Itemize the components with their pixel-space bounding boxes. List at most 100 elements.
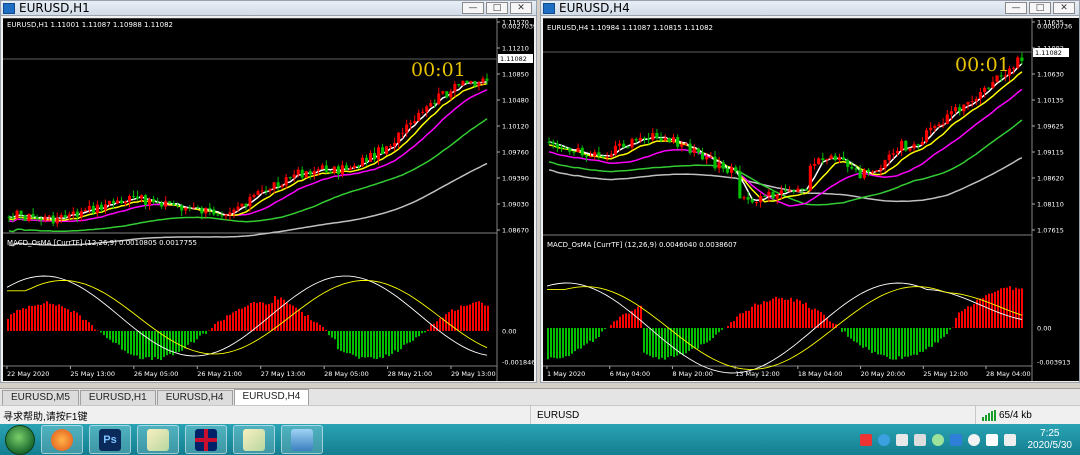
time-axis: 1 May 2020 6 May 04:00 8 May 20:00 13 May 1… [546, 366, 1031, 378]
window-titlebar[interactable]: EURUSD,H4 — □ ✕ [541, 1, 1079, 16]
candle-body [941, 123, 945, 125]
tab-eurusd-h4[interactable]: EURUSD,H4 [156, 390, 233, 405]
candle-body [164, 201, 168, 207]
histogram-bar [574, 328, 576, 351]
histogram-bar [37, 304, 39, 331]
histogram-bar [793, 301, 795, 328]
minimize-button[interactable]: — [462, 2, 484, 14]
histogram-bar [598, 328, 600, 337]
candle-body [140, 195, 144, 199]
metatrader-icon[interactable] [137, 425, 179, 454]
clock[interactable]: 7:25 2020/5/30 [1028, 428, 1073, 452]
histogram-bar [898, 328, 900, 357]
histogram-bar [763, 301, 765, 328]
help-icon[interactable] [877, 433, 890, 446]
histogram-bar [580, 328, 582, 349]
candle-body [846, 160, 850, 167]
candle-body [730, 167, 734, 173]
candle-body [754, 202, 759, 204]
maximize-button[interactable]: □ [486, 2, 508, 14]
histogram-bar [841, 328, 843, 332]
candle-body [626, 147, 630, 149]
close-button[interactable]: ✕ [510, 2, 532, 14]
candle-body [429, 103, 433, 107]
signal-icon[interactable] [985, 433, 998, 446]
chart-canvas[interactable]: EURUSD,H1 1.11001 1.11087 1.10988 1.1108… [3, 18, 534, 381]
indicator-label: MACD_OsMA [CurrTF] (12,26,9) 0.0046040 0… [547, 241, 737, 249]
candle-body [825, 159, 829, 161]
tab-eurusd-h1[interactable]: EURUSD,H1 [79, 390, 156, 405]
shield-icon[interactable] [949, 433, 962, 446]
app-tray-icon[interactable] [967, 433, 980, 446]
histogram-bar [790, 297, 792, 328]
candle-body [688, 143, 692, 153]
price-chart[interactable]: EURUSD,H1 1.11001 1.11087 1.10988 1.1108… [3, 18, 534, 381]
candle-body [800, 188, 804, 190]
network-icon[interactable] [913, 433, 926, 446]
volume-icon[interactable] [1003, 433, 1016, 446]
candle-body [67, 214, 71, 218]
histogram-bar [988, 293, 990, 328]
chart-window-h1[interactable]: EURUSD,H1 — □ ✕ EURUSD,H1 1.11001 1.1108… [0, 0, 537, 383]
candle-body [746, 197, 750, 200]
browser-icon[interactable] [41, 425, 83, 454]
histogram-bar [241, 308, 243, 331]
price-chart[interactable]: EURUSD,H4 1.10984 1.11087 1.10815 1.1108… [543, 18, 1079, 381]
usb-icon[interactable] [895, 433, 908, 446]
candle-body [308, 171, 312, 175]
candle-body [148, 199, 152, 205]
candle-body [779, 190, 783, 195]
candle-body [79, 211, 83, 217]
price-tick-label: 1.08670 [502, 227, 529, 235]
candle-body [871, 171, 875, 173]
candle-body [858, 169, 862, 179]
price-tick-label: 1.09625 [1037, 123, 1064, 131]
price-tick-label: 1.07615 [1037, 227, 1064, 235]
price-tick-label: 1.10135 [1037, 97, 1064, 105]
histogram-bar [967, 306, 969, 328]
histogram-bar [361, 331, 363, 358]
candle-body [260, 190, 264, 192]
price-tick-label: 1.09760 [502, 149, 529, 157]
image-viewer-icon[interactable] [281, 425, 323, 454]
tab-eurusd-m5[interactable]: EURUSD,M5 [2, 390, 79, 405]
close-button[interactable]: ✕ [1053, 2, 1075, 14]
candle-body [296, 169, 300, 175]
maximize-button[interactable]: □ [1029, 2, 1051, 14]
candle-body [949, 111, 953, 115]
connection-status[interactable]: 65/4 kb [975, 406, 1080, 424]
histogram-bar [286, 302, 288, 331]
chart-canvas[interactable]: EURUSD,H4 1.10984 1.11087 1.10815 1.1108… [543, 18, 1079, 381]
candle-body [336, 166, 340, 174]
start-orb-icon[interactable] [5, 424, 35, 455]
moving-average-line [548, 71, 1023, 203]
minimize-button[interactable]: — [1005, 2, 1027, 14]
candle-body [31, 214, 35, 217]
chat-icon[interactable] [931, 433, 944, 446]
metatrader-icon-2[interactable] [233, 425, 275, 454]
candle-body [821, 158, 825, 161]
clock-time: 7:25 [1040, 427, 1060, 439]
histogram-bar [208, 330, 210, 331]
histogram-bar [340, 331, 342, 351]
histogram-bar [913, 328, 915, 355]
candle-body [43, 216, 47, 221]
histogram-bar [139, 331, 141, 359]
histogram-bar [604, 328, 606, 330]
histogram-bar [70, 311, 72, 331]
chart-window-h4[interactable]: EURUSD,H4 — □ ✕ EURUSD,H4 1.10984 1.1108… [540, 0, 1080, 383]
histogram-bar [970, 306, 972, 328]
tab-eurusd-h4-active[interactable]: EURUSD,H4 [233, 389, 310, 405]
histogram-bar [67, 309, 69, 331]
histogram-bar [88, 322, 90, 331]
histogram-bar [205, 331, 207, 335]
candle-body [618, 143, 622, 146]
photoshop-icon[interactable]: Ps [89, 425, 131, 454]
candle-body [465, 80, 469, 84]
uk-flag-icon[interactable] [185, 425, 227, 454]
candle-body [123, 201, 127, 204]
macd-histogram [7, 296, 489, 361]
sogou-icon[interactable] [859, 433, 872, 446]
window-titlebar[interactable]: EURUSD,H1 — □ ✕ [1, 1, 536, 16]
histogram-bar [562, 328, 564, 358]
